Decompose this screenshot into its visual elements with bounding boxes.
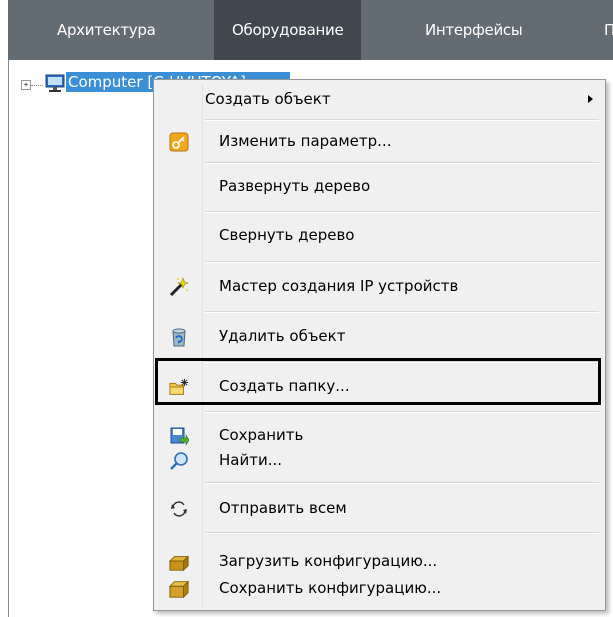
menu-separator <box>205 361 599 363</box>
tab-partial[interactable]: П <box>604 0 613 60</box>
menu-item-edit-parameter[interactable]: Изменить параметр... <box>157 125 602 157</box>
menu-separator <box>205 211 599 213</box>
menu-item-label: Удалить объект <box>219 327 346 345</box>
save-icon <box>170 427 189 446</box>
tab-equipment[interactable]: Оборудование <box>214 0 362 60</box>
delete-bin-icon <box>172 328 186 347</box>
submenu-arrow-icon <box>588 95 593 103</box>
save-config-icon <box>169 580 189 599</box>
menu-item-label: Развернуть дерево <box>219 177 371 195</box>
computer-icon <box>45 74 65 92</box>
menu-item-save-config[interactable]: Сохранить конфигурацию... <box>157 572 602 604</box>
new-folder-icon <box>169 378 189 395</box>
menu-item-collapse-tree[interactable]: Свернуть дерево <box>157 219 602 251</box>
key-icon <box>169 132 189 152</box>
menu-separator <box>205 119 599 121</box>
menu-item-expand-tree[interactable]: Развернуть дерево <box>157 170 602 202</box>
menu-item-label: Создать объект <box>205 90 331 108</box>
menu-item-label: Отправить всем <box>219 499 347 517</box>
menu-separator <box>205 532 599 534</box>
menu-item-ip-device-wizard[interactable]: Мастер создания IP устройств <box>157 270 602 302</box>
menu-separator <box>205 482 599 484</box>
menu-item-delete-object[interactable]: Удалить объект <box>157 320 602 352</box>
menu-item-send-to-all[interactable]: Отправить всем <box>157 492 602 524</box>
menu-item-label: Сохранить конфигурацию... <box>219 579 442 597</box>
wand-icon <box>169 277 189 297</box>
tab-architecture[interactable]: Архитектура <box>57 0 156 60</box>
menu-item-label: Мастер создания IP устройств <box>219 277 459 295</box>
menu-item-find[interactable]: Найти... <box>157 444 602 476</box>
load-config-icon <box>169 555 189 572</box>
menu-item-label: Изменить параметр... <box>219 132 392 150</box>
tab-interfaces[interactable]: Интерфейсы <box>425 0 523 60</box>
top-tab-bar: Архитектура Оборудование Интерфейсы П <box>8 0 613 60</box>
menu-item-create-object[interactable]: Создать объект <box>157 83 602 115</box>
menu-item-create-folder[interactable]: Создать папку... <box>157 370 602 402</box>
menu-separator <box>205 311 599 313</box>
search-icon <box>170 452 188 470</box>
menu-separator <box>205 411 599 413</box>
context-menu: Создать объект Изменить параметр... Разв… <box>153 79 606 611</box>
tree-connector <box>31 85 43 86</box>
refresh-icon <box>171 501 187 517</box>
menu-separator <box>205 261 599 263</box>
menu-item-label: Найти... <box>219 451 283 469</box>
menu-separator <box>205 162 599 164</box>
tree-expand-icon[interactable]: + <box>21 80 31 90</box>
menu-item-label: Свернуть дерево <box>219 226 355 244</box>
menu-item-label: Создать папку... <box>219 377 350 395</box>
